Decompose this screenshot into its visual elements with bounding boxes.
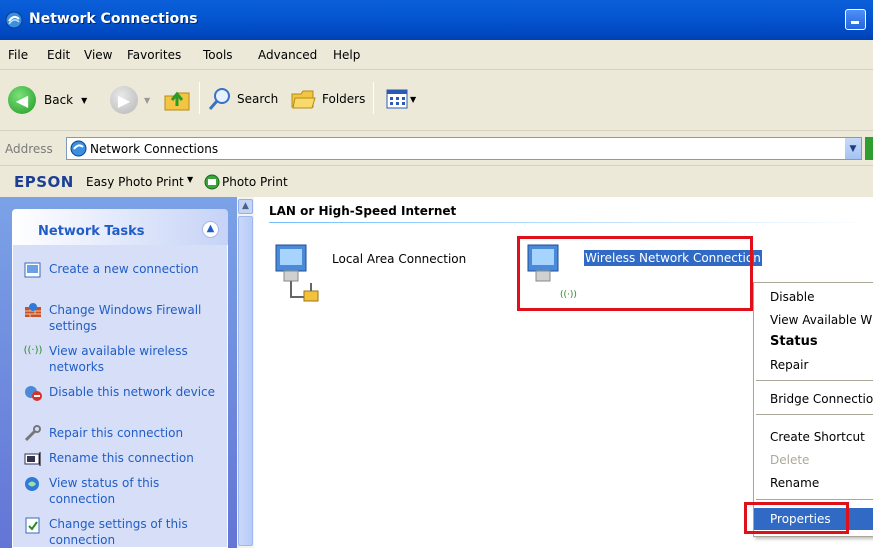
- folders-button[interactable]: Folders: [290, 86, 365, 112]
- back-label: Back: [44, 93, 74, 107]
- menu-advanced[interactable]: Advanced: [258, 48, 317, 62]
- group-divider: [269, 222, 873, 223]
- menu-item-bridge[interactable]: Bridge Connections: [754, 388, 873, 410]
- task-pane: Network Tasks ▲ Create a new connection …: [0, 197, 237, 548]
- views-dropdown-icon[interactable]: ▼: [410, 95, 416, 104]
- forward-arrow-icon: ▶: [110, 86, 138, 114]
- easy-photo-dropdown-icon[interactable]: ▼: [187, 175, 193, 184]
- settings-icon: [25, 517, 40, 534]
- menu-help[interactable]: Help: [333, 48, 360, 62]
- properties-highlight-box: [744, 502, 849, 534]
- back-button[interactable]: ◀ Back ▼: [8, 86, 87, 114]
- lan-icon: [275, 244, 319, 302]
- new-connection-icon: [24, 262, 41, 278]
- task-label: View available wireless networks: [49, 344, 188, 374]
- up-folder-icon[interactable]: [162, 84, 192, 114]
- disable-icon: [25, 386, 42, 401]
- network-tasks-panel: Network Tasks ▲ Create a new connection …: [12, 209, 228, 548]
- connection-label: Local Area Connection: [332, 252, 467, 266]
- folders-icon: [291, 90, 316, 109]
- explorer-window: Network Connections File Edit View Favor…: [0, 0, 873, 548]
- scroll-up-icon[interactable]: ▲: [238, 199, 253, 214]
- menu-separator: [756, 499, 873, 500]
- network-tasks-list: Create a new connection Change Windows F…: [12, 245, 228, 548]
- menu-bar: File Edit View Favorites Tools Advanced …: [0, 40, 873, 70]
- toolbar-separator: [373, 82, 374, 114]
- task-label: Rename this connection: [49, 451, 194, 465]
- minimize-button[interactable]: [845, 9, 866, 30]
- vertical-scrollbar[interactable]: ▲: [237, 197, 254, 548]
- views-button[interactable]: ▼: [386, 89, 416, 109]
- network-connections-icon: [5, 11, 23, 29]
- task-view-status[interactable]: View status of this connection: [23, 475, 223, 507]
- task-label: Create a new connection: [49, 262, 199, 276]
- group-title: LAN or High-Speed Internet: [269, 204, 457, 218]
- menu-item-repair[interactable]: Repair: [754, 354, 873, 376]
- back-dropdown-icon[interactable]: ▼: [81, 96, 87, 105]
- task-disable-device[interactable]: Disable this network device: [23, 384, 223, 402]
- menu-item-rename[interactable]: Rename: [754, 472, 873, 494]
- task-rename-connection[interactable]: Rename this connection: [23, 450, 223, 468]
- views-icon: [386, 89, 408, 109]
- address-value: Network Connections: [90, 142, 219, 156]
- address-bar: Address Network Connections ▼: [0, 131, 873, 165]
- window-title: Network Connections: [29, 11, 198, 27]
- menu-separator: [756, 414, 873, 415]
- back-arrow-icon: ◀: [8, 86, 36, 114]
- menu-file[interactable]: File: [8, 48, 28, 62]
- search-label: Search: [237, 92, 279, 106]
- collapse-chevron-icon[interactable]: ▲: [202, 221, 219, 238]
- menu-item-status[interactable]: Status: [754, 331, 873, 353]
- search-icon: [208, 88, 230, 110]
- task-label: Change Windows Firewall settings: [49, 303, 202, 333]
- local-area-connection[interactable]: Local Area Connection: [270, 241, 466, 311]
- network-tasks-header[interactable]: Network Tasks ▲: [12, 209, 228, 245]
- forward-dropdown-icon[interactable]: ▼: [144, 96, 150, 105]
- photo-print-button[interactable]: Photo Print: [222, 175, 288, 189]
- menu-edit[interactable]: Edit: [47, 48, 70, 62]
- menu-item-delete[interactable]: Delete: [754, 449, 873, 471]
- network-connections-icon: [70, 140, 87, 157]
- menu-item-disable[interactable]: Disable: [754, 286, 873, 308]
- toolbar: ◀ Back ▼ ▶ ▼ Search Folders ▼: [0, 70, 873, 131]
- photo-print-icon: [204, 174, 220, 190]
- task-repair-connection[interactable]: Repair this connection: [23, 425, 223, 443]
- task-create-connection[interactable]: Create a new connection: [23, 261, 223, 279]
- wireless-highlight-box: [517, 236, 753, 311]
- title-bar[interactable]: Network Connections: [0, 0, 873, 40]
- epson-toolbar: EPSON Easy Photo Print ▼ Photo Print: [0, 165, 873, 197]
- search-button[interactable]: Search: [207, 86, 278, 112]
- toolbar-separator: [199, 82, 200, 114]
- menu-separator: [756, 380, 873, 381]
- status-icon: [25, 477, 39, 491]
- task-firewall-settings[interactable]: Change Windows Firewall settings: [23, 302, 223, 334]
- scroll-thumb[interactable]: [238, 216, 253, 546]
- task-change-settings[interactable]: Change settings of this connection: [23, 516, 223, 548]
- folders-label: Folders: [322, 92, 366, 106]
- address-field[interactable]: Network Connections ▼: [66, 137, 862, 160]
- task-view-wireless[interactable]: ((·)) View available wireless networks: [23, 343, 223, 375]
- task-label: Change settings of this connection: [49, 517, 188, 547]
- menu-tools[interactable]: Tools: [203, 48, 233, 62]
- network-tasks-title: Network Tasks: [38, 224, 145, 239]
- task-label: View status of this connection: [49, 476, 160, 506]
- go-button[interactable]: [865, 137, 873, 160]
- menu-item-view-wireless[interactable]: View Available Wireless Networks: [754, 309, 873, 331]
- forward-button[interactable]: ▶ ▼: [110, 86, 150, 114]
- rename-icon: [24, 452, 41, 466]
- firewall-icon: [25, 303, 41, 317]
- address-label: Address: [5, 142, 53, 156]
- menu-view[interactable]: View: [84, 48, 112, 62]
- menu-item-create-shortcut[interactable]: Create Shortcut: [754, 426, 873, 448]
- repair-icon: [24, 425, 41, 442]
- task-label: Disable this network device: [49, 385, 216, 399]
- menu-favorites[interactable]: Favorites: [127, 48, 181, 62]
- address-dropdown-icon[interactable]: ▼: [844, 138, 861, 159]
- easy-photo-print-button[interactable]: Easy Photo Print: [86, 175, 184, 189]
- context-menu: Disable View Available Wireless Networks…: [753, 282, 873, 537]
- task-label: Repair this connection: [49, 426, 184, 440]
- epson-logo: EPSON: [14, 173, 74, 191]
- wireless-icon: ((·)): [23, 345, 43, 356]
